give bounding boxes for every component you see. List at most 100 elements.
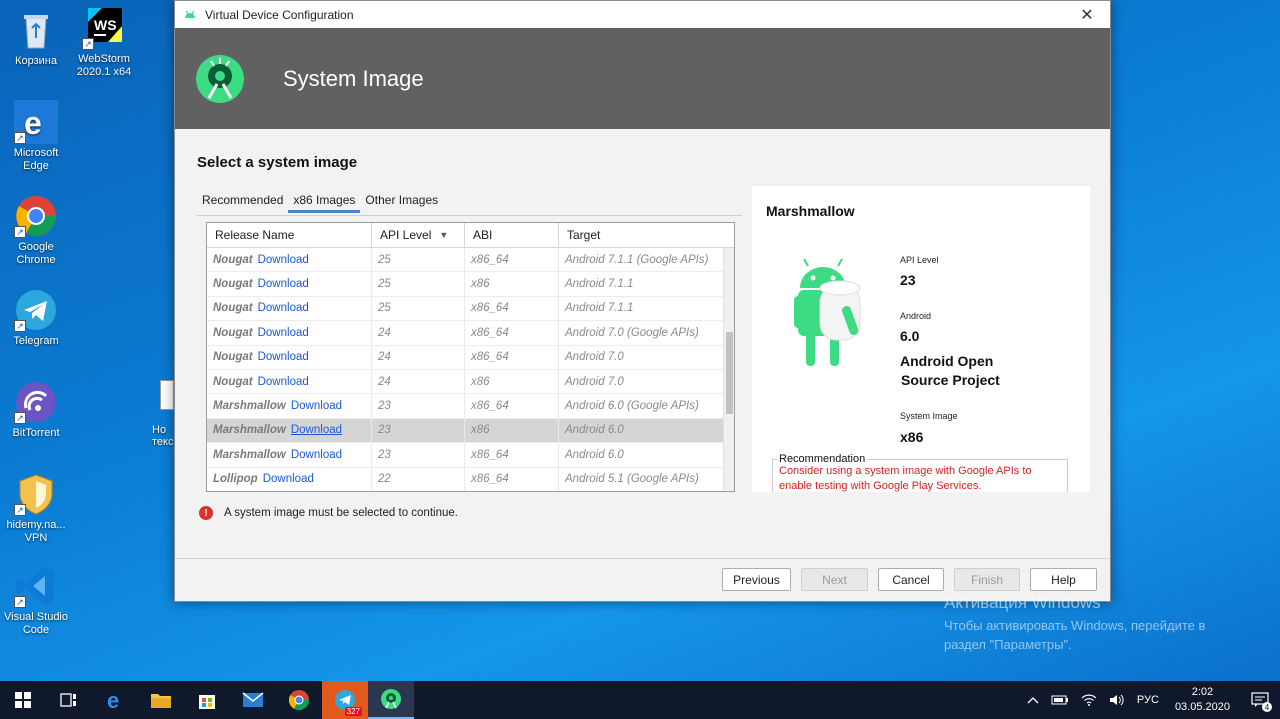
taskbar-edge[interactable]: e bbox=[92, 681, 138, 719]
download-link[interactable]: Download bbox=[258, 254, 309, 266]
image-detail-panel: Marshmallow API Level 23 Android 6.0 And… bbox=[752, 186, 1090, 492]
api-level-cell: 22 bbox=[372, 467, 465, 491]
sort-descending-icon: ▼ bbox=[439, 230, 449, 240]
desktop-icon-edge[interactable]: e ↗ Microsoft Edge bbox=[0, 100, 72, 173]
release-name: Nougat bbox=[213, 253, 253, 266]
dialog-content: Select a system image Recommended x86 Im… bbox=[175, 129, 1110, 559]
download-link[interactable]: Download bbox=[263, 473, 314, 485]
system-tray: РУС 2:02 03.05.2020 4 bbox=[1021, 681, 1280, 719]
download-link[interactable]: Download bbox=[258, 327, 309, 339]
abi-cell: x86_64 bbox=[465, 248, 559, 272]
volume-icon[interactable] bbox=[1109, 694, 1125, 706]
taskbar-android-studio[interactable] bbox=[368, 681, 414, 719]
table-row[interactable]: Nougat Download 24 x86 Android 7.0 bbox=[207, 369, 734, 395]
table-row[interactable]: Marshmallow Download 23 x86_64 Android 6.… bbox=[207, 394, 734, 419]
close-icon[interactable]: ✕ bbox=[1064, 1, 1110, 28]
release-name: Nougat bbox=[213, 375, 253, 388]
tab-x86-images[interactable]: x86 Images bbox=[288, 187, 361, 213]
column-header-api-level[interactable]: API Level ▼ bbox=[372, 223, 465, 247]
table-row[interactable]: Nougat Download 24 x86_64 Android 7.0 bbox=[207, 345, 734, 370]
column-header-target[interactable]: Target bbox=[559, 223, 724, 247]
abi-cell: x86_64 bbox=[465, 443, 559, 467]
api-level-cell: 23 bbox=[372, 443, 465, 467]
taskbar-mail[interactable] bbox=[230, 681, 276, 719]
android-studio-icon bbox=[185, 10, 195, 18]
watermark-title: Активация Windows bbox=[944, 593, 1101, 612]
chevron-up-icon[interactable] bbox=[1027, 696, 1039, 704]
desktop-icon-chrome[interactable]: ↗ Google Chrome bbox=[0, 194, 72, 267]
desktop-icon-bittorrent[interactable]: ↗ BitTorrent bbox=[0, 380, 72, 440]
svg-text:WS: WS bbox=[94, 17, 117, 33]
clock[interactable]: 2:02 03.05.2020 bbox=[1175, 685, 1230, 715]
taskbar-chrome[interactable] bbox=[276, 681, 322, 719]
desktop-icon-webstorm[interactable]: WS ↗ WebStorm 2020.1 x64 bbox=[68, 6, 140, 79]
table-row[interactable]: Nougat Download 25 x86_64 Android 7.1.1 bbox=[207, 296, 734, 322]
help-button[interactable]: Help bbox=[1030, 568, 1097, 591]
table-row-selected[interactable]: Marshmallow Download 23 x86 Android 6.0 bbox=[207, 418, 734, 444]
scrollbar-thumb[interactable] bbox=[726, 332, 733, 414]
desktop-file-label: Но текс bbox=[152, 424, 174, 448]
next-button[interactable]: Next bbox=[801, 568, 868, 591]
system-image-label: System Image bbox=[900, 411, 958, 421]
table-row[interactable]: Marshmallow Download 23 x86_64 Android 6.… bbox=[207, 443, 734, 468]
taskbar-telegram[interactable]: 327 bbox=[322, 681, 368, 719]
release-name: Nougat bbox=[213, 351, 253, 364]
finish-button[interactable]: Finish bbox=[954, 568, 1020, 591]
download-link[interactable]: Download bbox=[258, 278, 309, 290]
detail-release-name: Marshmallow bbox=[766, 203, 855, 219]
desktop-icon-telegram[interactable]: ↗ Telegram bbox=[0, 288, 72, 348]
download-link[interactable]: Download bbox=[291, 449, 342, 461]
target-cell: Android 7.1.1 bbox=[559, 272, 724, 296]
table-header: Release Name API Level ▼ ABI Target bbox=[207, 223, 734, 248]
svg-text:e: e bbox=[107, 689, 119, 711]
error-icon: ! bbox=[199, 506, 213, 520]
taskbar: e 327 РУС 2:02 03.05.2020 4 bbox=[0, 681, 1280, 719]
taskbar-file-explorer[interactable] bbox=[138, 681, 184, 719]
language-indicator[interactable]: РУС bbox=[1137, 694, 1159, 706]
chrome-icon: ↗ bbox=[14, 194, 58, 238]
mail-icon bbox=[242, 692, 264, 707]
bittorrent-icon: ↗ bbox=[14, 380, 58, 424]
download-link[interactable]: Download bbox=[258, 351, 309, 363]
vendor-line-2: Source Project bbox=[901, 372, 1000, 388]
action-center-button[interactable]: 4 bbox=[1240, 681, 1280, 719]
download-link[interactable]: Download bbox=[258, 302, 309, 314]
abi-cell: x86_64 bbox=[465, 321, 559, 345]
api-level-cell: 25 bbox=[372, 248, 465, 272]
start-button[interactable] bbox=[0, 681, 46, 719]
tab-recommended[interactable]: Recommended bbox=[197, 187, 288, 213]
previous-button[interactable]: Previous bbox=[722, 568, 791, 591]
marshmallow-android-icon bbox=[794, 258, 861, 366]
svg-text:e: e bbox=[24, 105, 42, 141]
tab-other-images[interactable]: Other Images bbox=[360, 187, 443, 213]
column-header-abi[interactable]: ABI bbox=[465, 223, 559, 247]
download-link[interactable]: Download bbox=[291, 424, 342, 436]
table-row[interactable]: Lollipop Download 22 x86_64 Android 5.1 (… bbox=[207, 467, 734, 491]
desktop-icon-recycle-bin[interactable]: Корзина bbox=[0, 8, 72, 68]
download-link[interactable]: Download bbox=[291, 400, 342, 412]
api-level-label: API Level bbox=[900, 255, 939, 265]
api-level-cell: 23 bbox=[372, 394, 465, 418]
taskbar-store[interactable] bbox=[184, 681, 230, 719]
column-header-release-name[interactable]: Release Name bbox=[207, 223, 372, 247]
desktop-icon-vscode[interactable]: ↗ Visual Studio Code bbox=[0, 564, 72, 637]
virtual-device-configuration-dialog: Virtual Device Configuration ✕ System Im… bbox=[174, 0, 1111, 602]
window-title: Virtual Device Configuration bbox=[205, 7, 354, 22]
download-link[interactable]: Download bbox=[258, 376, 309, 388]
recycle-bin-icon bbox=[14, 8, 58, 52]
cancel-button[interactable]: Cancel bbox=[878, 568, 944, 591]
desktop-icon-label: Корзина bbox=[15, 55, 57, 67]
battery-icon[interactable] bbox=[1051, 695, 1069, 705]
target-cell: Android 7.1.1 (Google APIs) bbox=[559, 248, 724, 272]
task-view-button[interactable] bbox=[46, 681, 92, 719]
folder-icon bbox=[151, 694, 171, 708]
desktop-file-partial[interactable]: Но текс bbox=[152, 380, 174, 455]
wifi-icon[interactable] bbox=[1081, 694, 1097, 706]
table-row[interactable]: Nougat Download 25 x86_64 Android 7.1.1 (… bbox=[207, 248, 734, 273]
table-scrollbar[interactable] bbox=[723, 248, 734, 491]
table-row[interactable]: Nougat Download 24 x86_64 Android 7.0 (Go… bbox=[207, 321, 734, 346]
target-cell: Android 7.0 bbox=[559, 345, 724, 369]
desktop-icon-vpn[interactable]: ↗ hidemy.na... VPN bbox=[0, 472, 72, 545]
telegram-icon: ↗ bbox=[14, 288, 58, 332]
table-row[interactable]: Nougat Download 25 x86 Android 7.1.1 bbox=[207, 272, 734, 297]
